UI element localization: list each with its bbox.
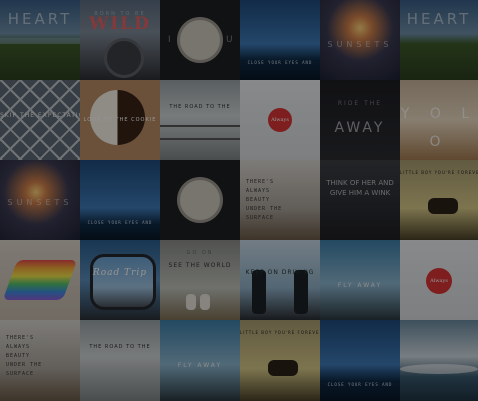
tile-sunsets-2[interactable]: SUNSETS <box>0 160 80 240</box>
tile-born-to-be-wild[interactable]: BORN TO BE WILD <box>80 0 160 80</box>
tile-heart-stadium[interactable]: HEART <box>0 0 80 80</box>
tile-caption: THE ROAD TO THE <box>89 344 151 350</box>
tile-caption: AWAY <box>334 120 386 136</box>
tile-caption: THINK OF HER AND GIVE HIM A WINK <box>326 179 394 197</box>
tile-caption: LITTLE BOY YOU'RE FOREVER <box>400 170 478 175</box>
tile-keep-on-driving[interactable]: KEEP ON DRIVING <box>240 240 320 320</box>
tile-caption: FLY AWAY <box>337 282 383 289</box>
tile-i-plate-u-2[interactable] <box>160 160 240 240</box>
tile-go-on-see-the-world[interactable]: GO ON SEE THE WORLD <box>160 240 240 320</box>
tile-subcaption: CLOSE YOUR EYES AND <box>87 220 153 225</box>
tile-caption: Y O L O <box>400 106 478 150</box>
tile-heart-stadium-2[interactable]: HEART <box>400 0 478 80</box>
tile-fly-away-beach[interactable]: FLY AWAY <box>320 240 400 320</box>
tile-caption: SKIP THE EXPECTATIONS <box>0 112 80 119</box>
tile-caption: LOOK TO THE COOKIE <box>83 117 157 123</box>
tile-subcaption: GO ON <box>186 250 214 256</box>
tile-rainbow-shoe[interactable] <box>0 240 80 320</box>
tile-road-to-the-office[interactable]: THE ROAD TO THE <box>160 80 240 160</box>
tile-ride-the-away[interactable]: RIDE THE AWAY <box>320 80 400 160</box>
tile-ocean-waves[interactable] <box>400 320 478 401</box>
tile-caption: Always <box>271 117 289 123</box>
tile-caption: HEART <box>7 10 73 28</box>
tile-think-of-her[interactable]: THINK OF HER AND GIVE HIM A WINK <box>320 160 400 240</box>
tile-beauty-under-surface-2[interactable]: THERE'S ALWAYS BEAUTY UNDER THE SURFACE <box>0 320 80 401</box>
tile-caption: KEEP ON DRIVING <box>245 269 315 276</box>
tile-caption: SEE THE WORLD <box>168 262 232 269</box>
tile-close-your-eyes-sky[interactable]: CLOSE YOUR EYES AND <box>240 0 320 80</box>
tile-caption: SUNSETS <box>7 198 73 207</box>
tile-close-your-eyes-sky-2[interactable]: CLOSE YOUR EYES AND <box>80 160 160 240</box>
tile-fly-away-beach-2[interactable]: FLY AWAY <box>160 320 240 401</box>
tile-close-your-eyes-sky-3[interactable]: CLOSE YOUR EYES AND <box>320 320 400 401</box>
tile-always-balloon[interactable]: Always <box>240 80 320 160</box>
tile-caption: Always <box>430 278 448 284</box>
tile-caption: HEART <box>406 10 472 28</box>
tile-yolo-food[interactable]: Y O L O <box>400 80 478 160</box>
tile-caption: THERE'S ALWAYS BEAUTY UNDER THE SURFACE <box>6 335 43 377</box>
tile-little-boy-dog[interactable]: LITTLE BOY YOU'RE FOREVER <box>400 160 478 240</box>
tile-little-boy-dog-2[interactable]: LITTLE BOY YOU'RE FOREVER <box>240 320 320 401</box>
tile-always-balloon-2[interactable]: Always <box>400 240 478 320</box>
tile-caption: SUNSETS <box>327 40 393 49</box>
tile-sunsets[interactable]: SUNSETS <box>320 0 400 80</box>
tile-cookie[interactable]: LOOK TO THE COOKIE <box>80 80 160 160</box>
tile-subcaption: CLOSE YOUR EYES AND <box>327 382 393 387</box>
tile-caption: LITTLE BOY YOU'RE FOREVER <box>240 330 320 335</box>
tile-beauty-under-surface[interactable]: THERE'S ALWAYS BEAUTY UNDER THE SURFACE <box>240 160 320 240</box>
tile-road-to-the-office-2[interactable]: THE ROAD TO THE <box>80 320 160 401</box>
photo-collage-grid: HEART BORN TO BE WILD I U CLOSE YOUR EYE… <box>0 0 478 401</box>
tile-caption: FLY AWAY <box>177 362 223 369</box>
tile-caption: WILD <box>89 14 151 34</box>
tile-caption: Road Trip <box>92 268 148 278</box>
tile-subcaption: CLOSE YOUR EYES AND <box>247 60 313 65</box>
tile-caption: THE ROAD TO THE <box>169 104 231 110</box>
tile-i-plate-u[interactable]: I U <box>160 0 240 80</box>
tile-chainlink-fence[interactable]: SKIP THE EXPECTATIONS <box>0 80 80 160</box>
tile-road-trip-mirror[interactable]: Road Trip <box>80 240 160 320</box>
tile-subcaption: RIDE THE <box>337 100 383 107</box>
tile-caption: THERE'S ALWAYS BEAUTY UNDER THE SURFACE <box>246 179 283 221</box>
